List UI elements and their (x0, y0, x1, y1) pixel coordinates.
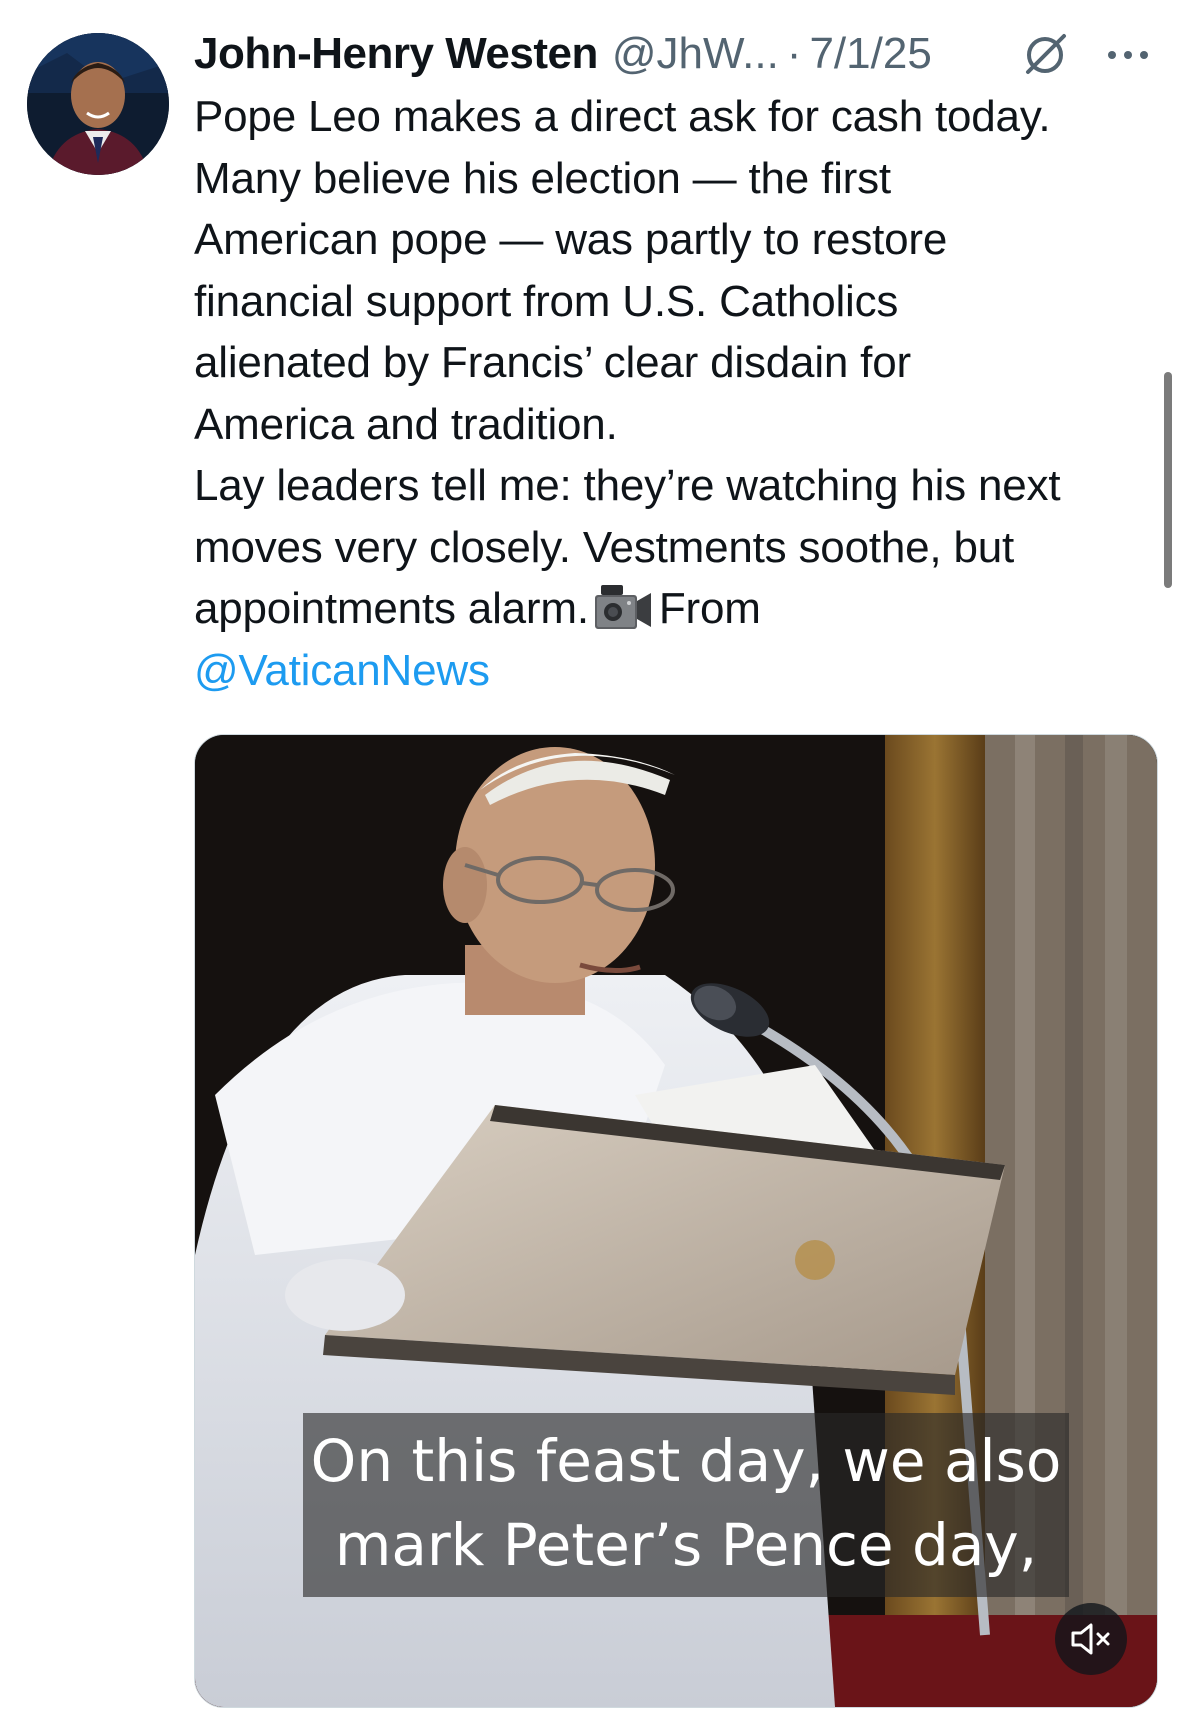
volume-muted-icon[interactable] (1055, 1603, 1127, 1675)
mention-link[interactable]: @VaticanNews (194, 640, 1164, 702)
tweet-date[interactable]: 7/1/25 (809, 29, 931, 79)
tweet-line: Lay leaders tell me: they’re watching hi… (194, 461, 1061, 510)
subtitle-line-2: mark Peter’s Pence day, (334, 1511, 1038, 1579)
author-name[interactable]: John-Henry Westen (194, 29, 598, 79)
avatar-image (27, 33, 169, 175)
tweet-line: American pope — was partly to restore (194, 215, 948, 264)
tweet-line: Pope Leo makes a direct ask for cash tod… (194, 92, 1051, 141)
video-player[interactable]: On this feast day, we also mark Peter’s … (194, 734, 1158, 1708)
tweet-line: Many believe his election — the first (194, 153, 891, 203)
grok-icon[interactable] (1020, 30, 1070, 80)
tweet-line-last: appointments alarm. From (194, 578, 1164, 640)
tweet-line: alienated by Francis’ clear disdain for (194, 338, 911, 387)
tweet-line: financial support from U.S. Catholics (194, 276, 899, 326)
author-avatar[interactable] (27, 33, 169, 175)
subtitle-line-1: On this feast day, we also (310, 1427, 1062, 1495)
scrollbar[interactable] (1164, 372, 1172, 588)
tweet-line: moves very closely. Vestments soothe, bu… (194, 522, 1015, 572)
more-options-icon[interactable] (1100, 30, 1156, 80)
tweet-from-text: From (658, 584, 761, 633)
separator-dot: · (786, 29, 802, 78)
video-camera-icon (594, 585, 651, 629)
video-subtitle: On this feast day, we also mark Peter’s … (303, 1413, 1069, 1597)
tweet-header: John-Henry Westen @JhW... · 7/1/25 (194, 22, 1159, 86)
tweet-line: America and tradition. (194, 399, 618, 449)
author-handle[interactable]: @JhW... (612, 29, 779, 79)
tweet-text: Pope Leo makes a direct ask for cash tod… (194, 86, 1164, 701)
tweet-line-text: appointments alarm. (194, 584, 589, 633)
